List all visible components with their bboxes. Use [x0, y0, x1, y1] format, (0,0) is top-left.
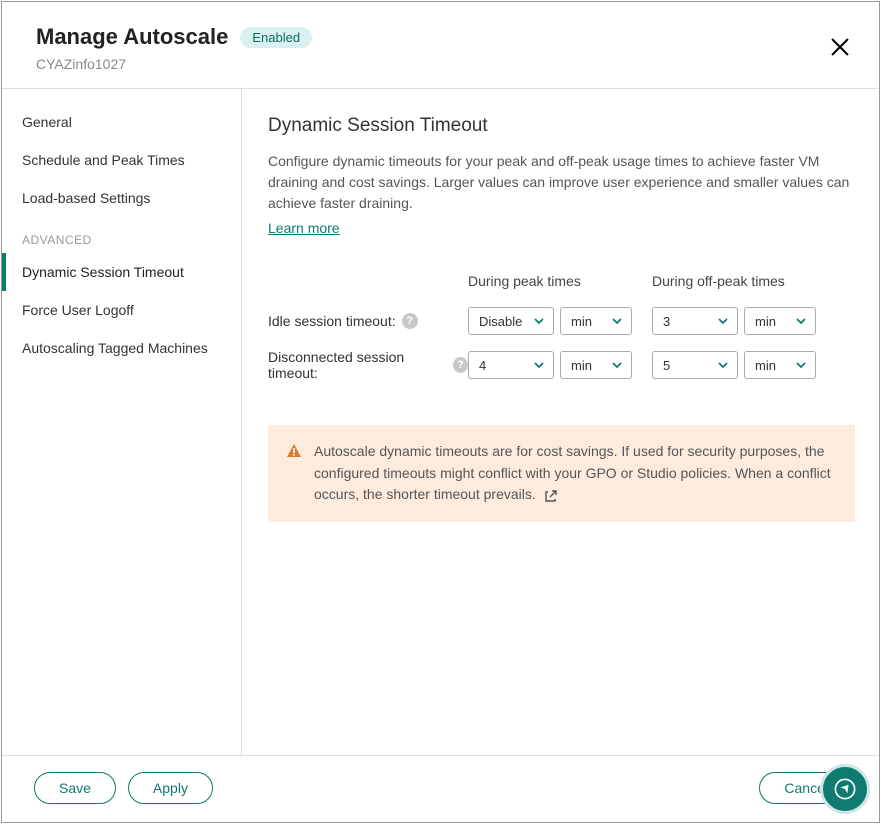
chevron-down-icon	[795, 359, 807, 371]
section-description: Configure dynamic timeouts for your peak…	[268, 151, 855, 239]
chevron-down-icon	[533, 359, 545, 371]
disc-offpeak-unit-select[interactable]: min	[744, 351, 816, 379]
alert-text: Autoscale dynamic timeouts are for cost …	[314, 441, 837, 506]
chevron-down-icon	[611, 359, 623, 371]
chevron-down-icon	[611, 315, 623, 327]
send-icon	[834, 778, 856, 800]
autoscale-dialog: Manage Autoscale Enabled CYAZinfo1027 Ge…	[1, 1, 880, 823]
idle-offpeak-unit-select[interactable]: min	[744, 307, 816, 335]
help-fab[interactable]	[820, 764, 870, 814]
idle-offpeak-value-select[interactable]: 3	[652, 307, 738, 335]
external-link-icon[interactable]	[544, 489, 558, 503]
warning-alert: Autoscale dynamic timeouts are for cost …	[268, 425, 855, 522]
dialog-body: General Schedule and Peak Times Load-bas…	[2, 88, 879, 755]
content-pane: Dynamic Session Timeout Configure dynami…	[242, 89, 879, 755]
apply-button[interactable]: Apply	[128, 772, 213, 804]
dialog-header: Manage Autoscale Enabled CYAZinfo1027	[2, 2, 879, 88]
dialog-subtitle: CYAZinfo1027	[36, 56, 851, 72]
col-header-peak: During peak times	[468, 273, 652, 293]
sidebar-section-label: ADVANCED	[2, 217, 241, 253]
disc-offpeak-value-select[interactable]: 5	[652, 351, 738, 379]
sidebar-item-force-logoff[interactable]: Force User Logoff	[2, 291, 241, 329]
learn-more-link[interactable]: Learn more	[268, 218, 340, 239]
chevron-down-icon	[717, 315, 729, 327]
section-title: Dynamic Session Timeout	[268, 115, 855, 137]
save-button[interactable]: Save	[34, 772, 116, 804]
row-label-idle: Idle session timeout: ?	[268, 313, 468, 329]
help-icon[interactable]: ?	[402, 313, 418, 329]
close-icon[interactable]	[829, 36, 851, 58]
dialog-title: Manage Autoscale	[36, 24, 228, 50]
sidebar-item-general[interactable]: General	[2, 103, 241, 141]
sidebar-item-tagged-machines[interactable]: Autoscaling Tagged Machines	[2, 329, 241, 367]
idle-peak-unit-select[interactable]: min	[560, 307, 632, 335]
idle-peak-value-select[interactable]: Disable	[468, 307, 554, 335]
dialog-footer: Save Apply Cancel	[2, 755, 879, 822]
chevron-down-icon	[795, 315, 807, 327]
help-icon[interactable]: ?	[453, 357, 468, 373]
status-badge: Enabled	[240, 27, 312, 48]
sidebar-item-schedule[interactable]: Schedule and Peak Times	[2, 141, 241, 179]
disc-peak-unit-select[interactable]: min	[560, 351, 632, 379]
col-header-offpeak: During off-peak times	[652, 273, 836, 293]
sidebar-item-dynamic-timeout[interactable]: Dynamic Session Timeout	[2, 253, 241, 291]
chevron-down-icon	[533, 315, 545, 327]
warning-icon	[286, 443, 302, 459]
row-label-disconnected: Disconnected session timeout: ?	[268, 349, 468, 381]
chevron-down-icon	[717, 359, 729, 371]
sidebar-item-load[interactable]: Load-based Settings	[2, 179, 241, 217]
settings-grid: During peak times During off-peak times …	[268, 273, 855, 381]
sidebar: General Schedule and Peak Times Load-bas…	[2, 89, 242, 755]
disc-peak-value-select[interactable]: 4	[468, 351, 554, 379]
